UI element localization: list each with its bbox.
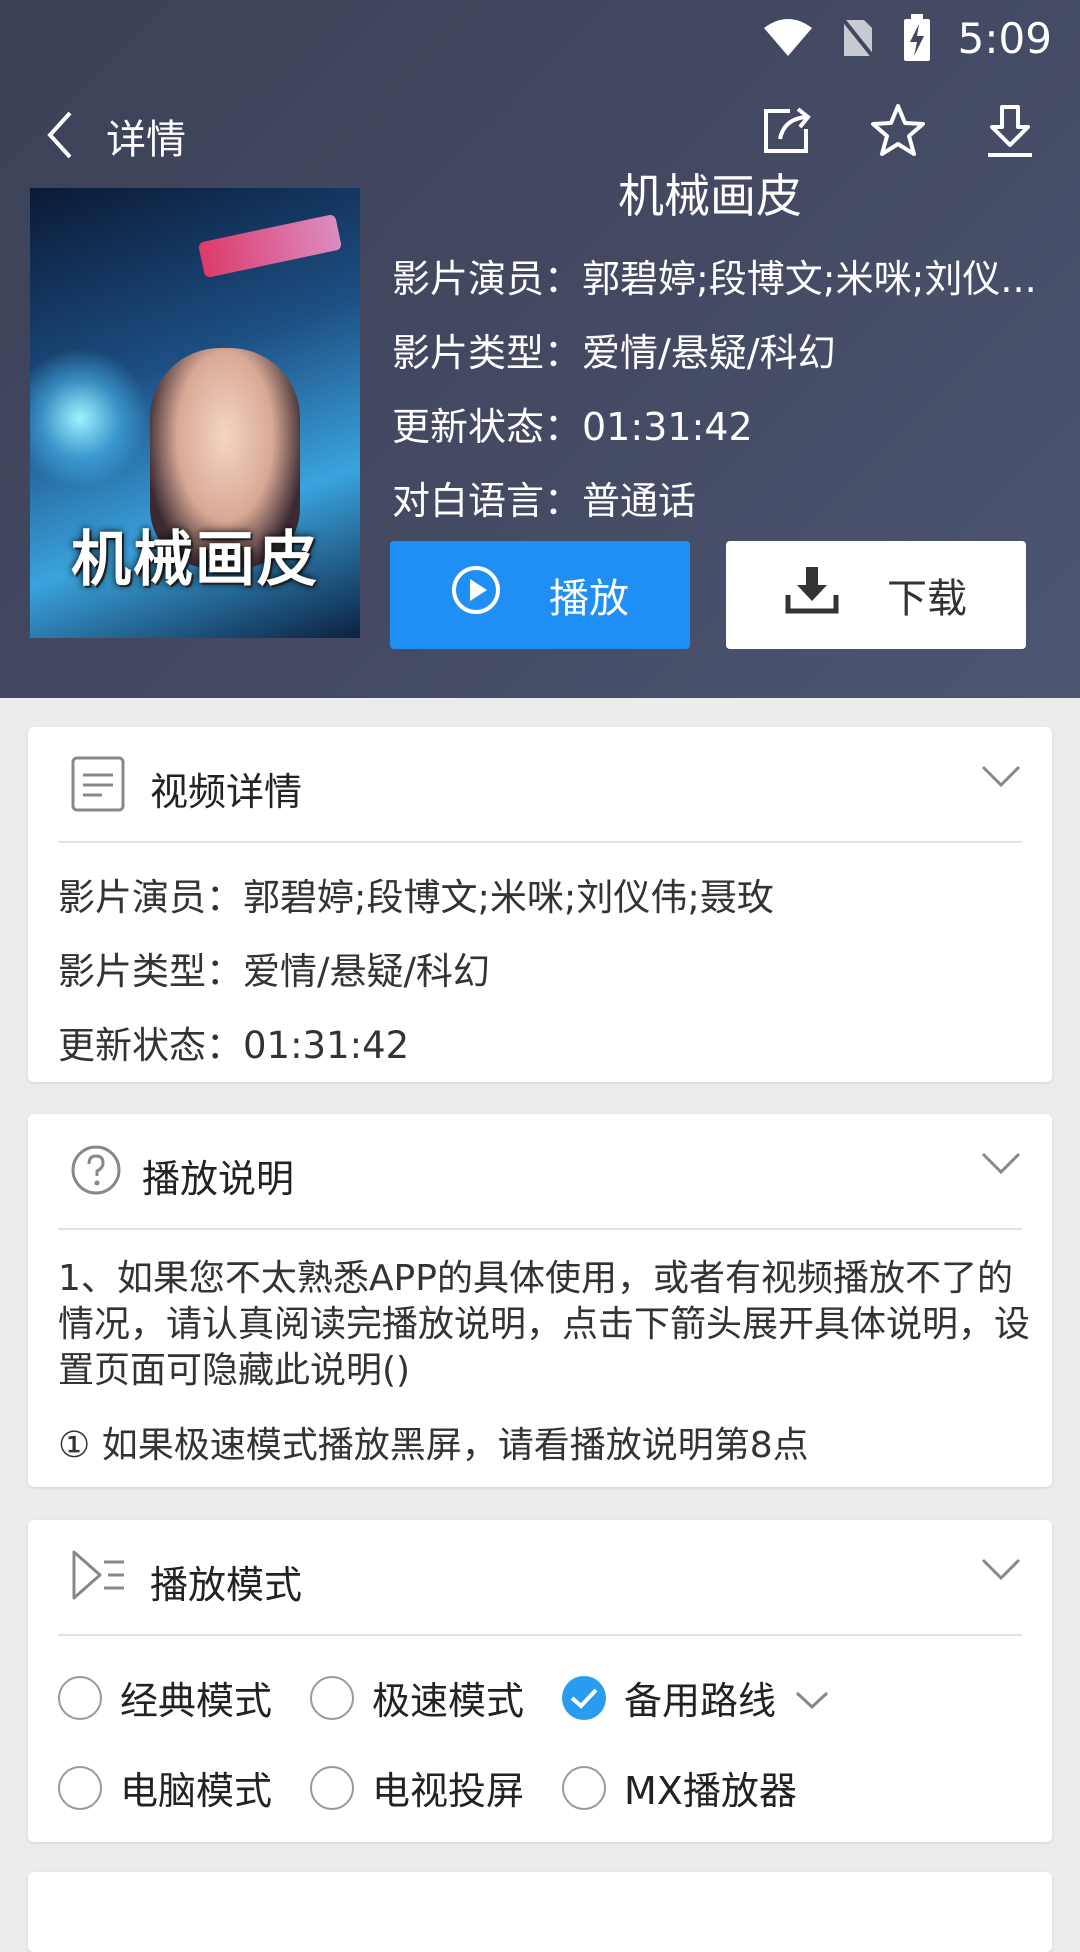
play-button-label: 播放 (549, 576, 629, 622)
play-circle-icon (451, 565, 501, 625)
mode-label: 极速模式 (372, 1679, 525, 1723)
poster-title-text: 机械画皮 (71, 525, 319, 595)
mode-label: 备用路线 (624, 1679, 777, 1723)
movie-poster[interactable]: 机械画皮 (30, 188, 360, 638)
genre-line: 影片类型：爱情/悬疑/科幻 (392, 331, 836, 375)
play-button[interactable]: 播放 (390, 541, 690, 649)
radio-unchecked[interactable] (58, 1765, 102, 1810)
video-details-title: 视频详情 (150, 770, 303, 814)
actors-line: 影片演员：郭碧婷;段博文;米咪;刘仪... (392, 257, 1037, 301)
details-status: 更新状态：01:31:42 (58, 1024, 410, 1067)
help-question-icon (70, 1144, 122, 1200)
radio-unchecked[interactable] (310, 1765, 354, 1810)
playlist-icon (70, 1548, 128, 1606)
download-icon[interactable] (980, 101, 1040, 161)
details-actors: 影片演员：郭碧婷;段博文;米咪;刘仪伟;聂玫 (58, 876, 774, 919)
favorite-star-icon[interactable] (868, 101, 928, 161)
mode-label: 电脑模式 (120, 1769, 273, 1813)
radio-checked[interactable] (562, 1675, 606, 1720)
mode-backup-route[interactable]: 备用路线 (562, 1670, 830, 1725)
instructions-note: ① 如果极速模式播放黑屏，请看播放说明第8点 (58, 1425, 809, 1466)
instructions-text: 1、如果您不太熟悉APP的具体使用，或者有视频播放不了的情况，请认真阅读完播放说… (58, 1258, 1031, 1391)
mode-fast[interactable]: 极速模式 (310, 1670, 524, 1725)
mode-mx-player[interactable]: MX播放器 (562, 1760, 797, 1815)
status-bar: 5:09 (762, 10, 1052, 66)
video-details-card: 视频详情 影片演员：郭碧婷;段博文;米咪;刘仪伟;聂玫 影片类型：爱情/悬疑/科… (28, 727, 1052, 1082)
mode-label: MX播放器 (624, 1769, 797, 1813)
play-instructions-card: 播放说明 1、如果您不太熟悉APP的具体使用，或者有视频播放不了的情况，请认真阅… (28, 1114, 1052, 1487)
top-nav: 详情 (0, 95, 1080, 175)
next-card-partial (28, 1872, 1052, 1952)
download-button[interactable]: 下载 (726, 541, 1026, 649)
wifi-icon (762, 18, 814, 58)
play-mode-title: 播放模式 (150, 1563, 303, 1607)
play-mode-card: 播放模式 经典模式 极速模式 备用路线 电脑模式 电视投屏 MX播放器 (28, 1520, 1052, 1842)
status-line: 更新状态：01:31:42 (392, 405, 753, 449)
language-line: 对白语言：普通话 (392, 479, 697, 523)
movie-title: 机械画皮 (618, 169, 802, 223)
radio-unchecked[interactable] (562, 1765, 606, 1810)
play-instructions-header[interactable]: 播放说明 (28, 1114, 1052, 1228)
radio-unchecked[interactable] (58, 1675, 102, 1720)
mode-computer[interactable]: 电脑模式 (58, 1760, 272, 1815)
mode-classic[interactable]: 经典模式 (58, 1670, 272, 1725)
play-mode-header[interactable]: 播放模式 (28, 1520, 1052, 1634)
video-details-header[interactable]: 视频详情 (28, 727, 1052, 841)
chevron-down-icon[interactable] (980, 763, 1022, 793)
back-arrow-icon[interactable] (42, 107, 78, 167)
mode-label: 电视投屏 (372, 1769, 525, 1813)
download-tray-icon (785, 565, 839, 625)
battery-charging-icon (902, 14, 932, 62)
mode-label: 经典模式 (120, 1679, 273, 1723)
chevron-down-icon[interactable] (980, 1150, 1022, 1180)
details-genre: 影片类型：爱情/悬疑/科幻 (58, 950, 490, 993)
download-button-label: 下载 (887, 576, 967, 622)
chevron-down-icon[interactable] (980, 1556, 1022, 1586)
checkmark-icon (570, 1688, 598, 1709)
page-title: 详情 (106, 117, 186, 163)
mode-tv-cast[interactable]: 电视投屏 (310, 1760, 524, 1815)
document-icon (70, 755, 126, 817)
radio-unchecked[interactable] (310, 1675, 354, 1720)
play-instructions-title: 播放说明 (142, 1157, 295, 1201)
header: 5:09 详情 机械画皮 机械画皮 影片演员：郭碧婷;段博文;米咪;刘仪... … (0, 0, 1080, 698)
route-dropdown-chevron-icon[interactable] (794, 1676, 830, 1720)
clock-time: 5:09 (957, 13, 1052, 63)
no-sim-icon (840, 16, 876, 60)
share-icon[interactable] (756, 101, 816, 161)
